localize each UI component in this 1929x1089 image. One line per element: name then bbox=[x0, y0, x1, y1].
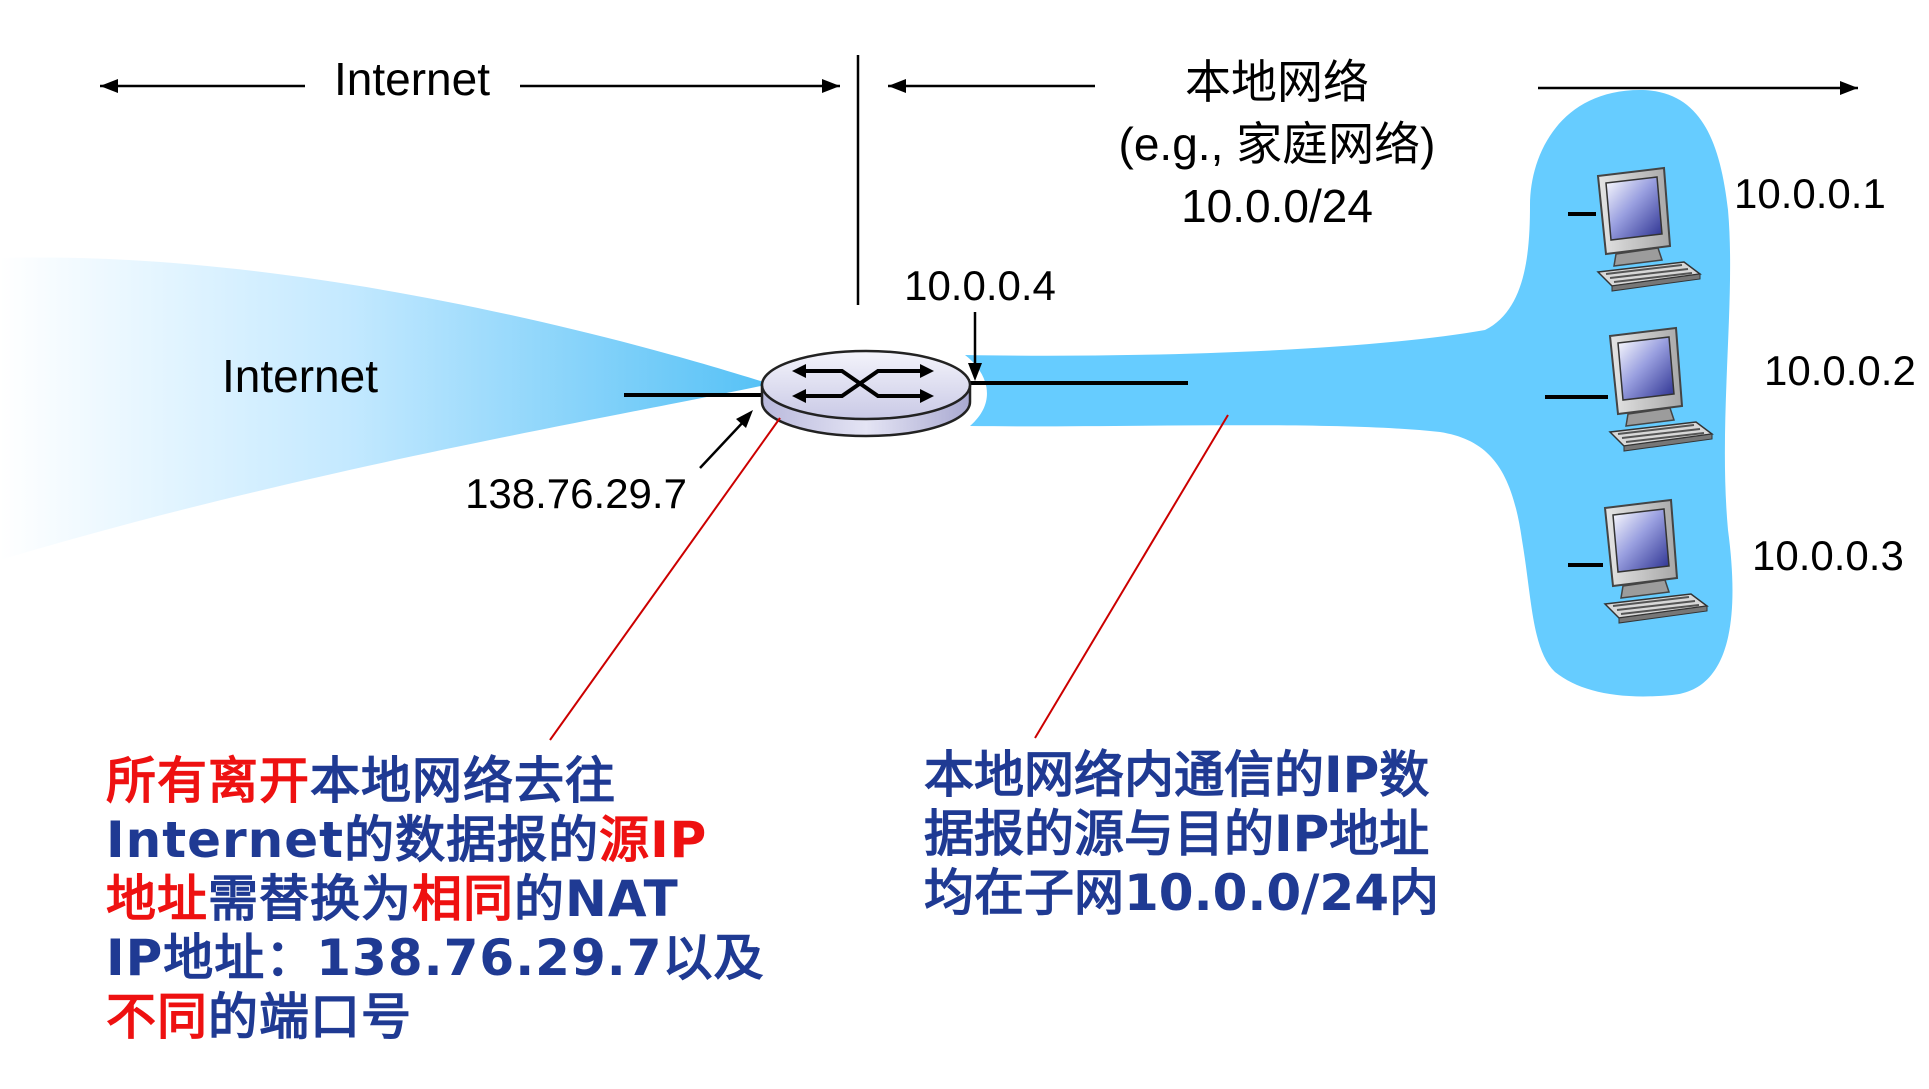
router-wan-ip: 138.76.29.7 bbox=[465, 470, 687, 517]
note-line: 不同的端口号 bbox=[106, 988, 766, 1047]
nat-router bbox=[760, 349, 972, 438]
local-network-example: (e.g., 家庭网络) bbox=[1119, 118, 1436, 170]
callout-line-left bbox=[549, 417, 781, 741]
host-ip-2: 10.0.0.2 bbox=[1764, 347, 1916, 394]
note-text: 的端口号 bbox=[208, 988, 412, 1046]
router-lan-ip: 10.0.0.4 bbox=[904, 262, 1056, 309]
host-ip-1: 10.0.0.1 bbox=[1734, 170, 1886, 217]
note-line: Internet的数据报的源IP bbox=[106, 811, 766, 870]
local-network-label: 本地网络 bbox=[1185, 56, 1369, 108]
note-text: 需替换为 bbox=[208, 870, 412, 928]
arrow-right-icon bbox=[822, 79, 840, 93]
highlight-text: 地址 bbox=[106, 870, 208, 928]
highlight-text: 不同 bbox=[106, 988, 208, 1046]
note-text: IP地址：138.76.29.7以及 bbox=[106, 929, 765, 987]
host-ip-3: 10.0.0.3 bbox=[1752, 532, 1904, 579]
note-line: 据报的源与目的IP地址 bbox=[924, 805, 1430, 863]
highlight-text: 相同 bbox=[412, 870, 514, 928]
callout-line-right bbox=[1034, 414, 1229, 739]
arrow-down-icon bbox=[968, 363, 982, 381]
note-line: 均在子网10.0.0/24内 bbox=[924, 864, 1439, 922]
arrow-left-icon bbox=[100, 79, 118, 93]
note-line: 所有离开本地网络去往 bbox=[106, 752, 766, 811]
nat-translation-note: 所有离开本地网络去往 Internet的数据报的源IP 地址需替换为相同的NAT IP… bbox=[106, 752, 766, 1047]
note-line: 地址需替换为相同的NAT bbox=[106, 870, 766, 929]
internet-cloud-label: Internet bbox=[222, 350, 378, 402]
arrow-left-icon bbox=[888, 79, 906, 93]
note-text: 的NAT bbox=[514, 870, 679, 928]
note-line: 本地网络内通信的IP数 bbox=[924, 746, 1430, 804]
highlight-text: 所有离开 bbox=[106, 752, 310, 810]
note-line: IP地址：138.76.29.7以及 bbox=[106, 929, 766, 988]
local-subnet-label: 10.0.0/24 bbox=[1181, 180, 1373, 232]
internet-header-label: Internet bbox=[334, 53, 490, 105]
note-text: Internet的数据报的 bbox=[106, 811, 600, 869]
arrow-right-icon bbox=[1840, 81, 1858, 95]
highlight-text: 源IP bbox=[599, 811, 708, 869]
local-traffic-note: 本地网络内通信的IP数 据报的源与目的IP地址 均在子网10.0.0/24内 bbox=[924, 746, 1624, 923]
note-text: 本地网络去往 bbox=[310, 752, 616, 810]
